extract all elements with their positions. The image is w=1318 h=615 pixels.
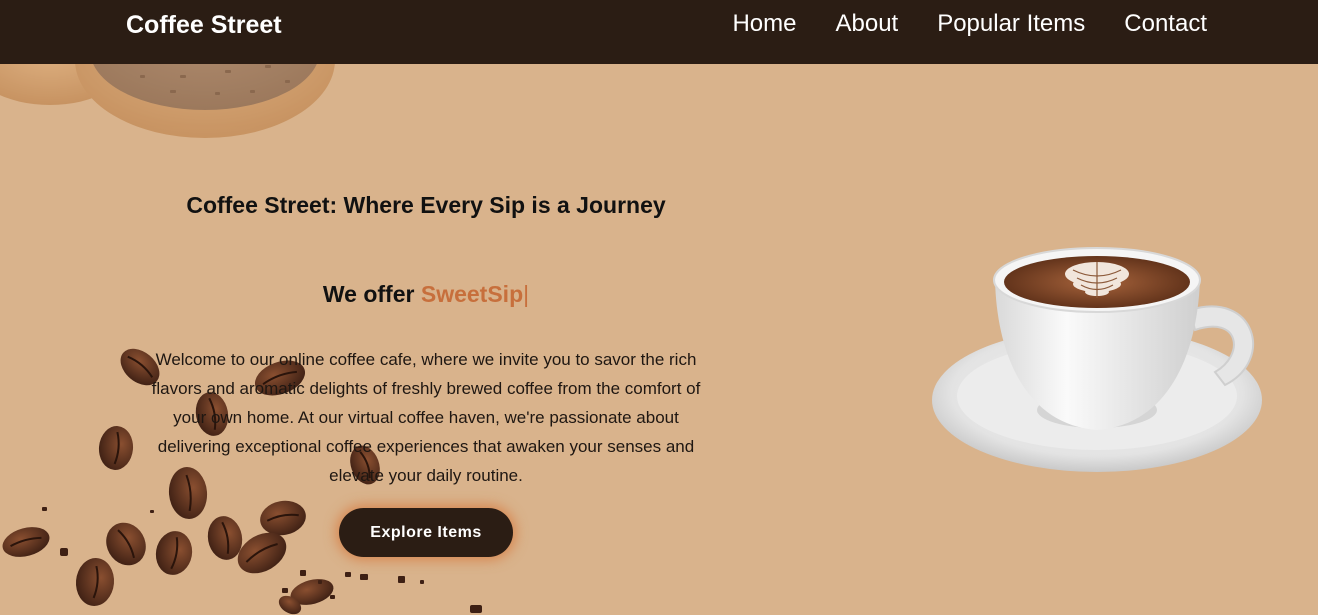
offer-prefix: We offer bbox=[322, 281, 421, 307]
offer-heading: We offer SweetSip| bbox=[126, 281, 726, 308]
nav-link-about[interactable]: About bbox=[835, 10, 898, 38]
hero-title: Coffee Street: Where Every Sip is a Jour… bbox=[186, 192, 666, 218]
offer-highlight: SweetSip bbox=[420, 281, 524, 307]
nav-link-contact[interactable]: Contact bbox=[1124, 10, 1207, 38]
nav-menu: Home About Popular Items Contact bbox=[732, 10, 1207, 38]
brand-logo[interactable]: Coffee Street bbox=[126, 11, 282, 40]
nav-link-home[interactable]: Home bbox=[732, 10, 796, 38]
explore-items-button[interactable]: Explore Items bbox=[339, 508, 513, 557]
typing-cursor: | bbox=[523, 281, 530, 307]
navbar: Coffee Street Home About Popular Items C… bbox=[0, 0, 1318, 64]
hero-description: Welcome to our online coffee cafe, where… bbox=[151, 350, 701, 485]
nav-link-popular-items[interactable]: Popular Items bbox=[937, 10, 1085, 38]
coffee-cup-image bbox=[925, 240, 1270, 480]
